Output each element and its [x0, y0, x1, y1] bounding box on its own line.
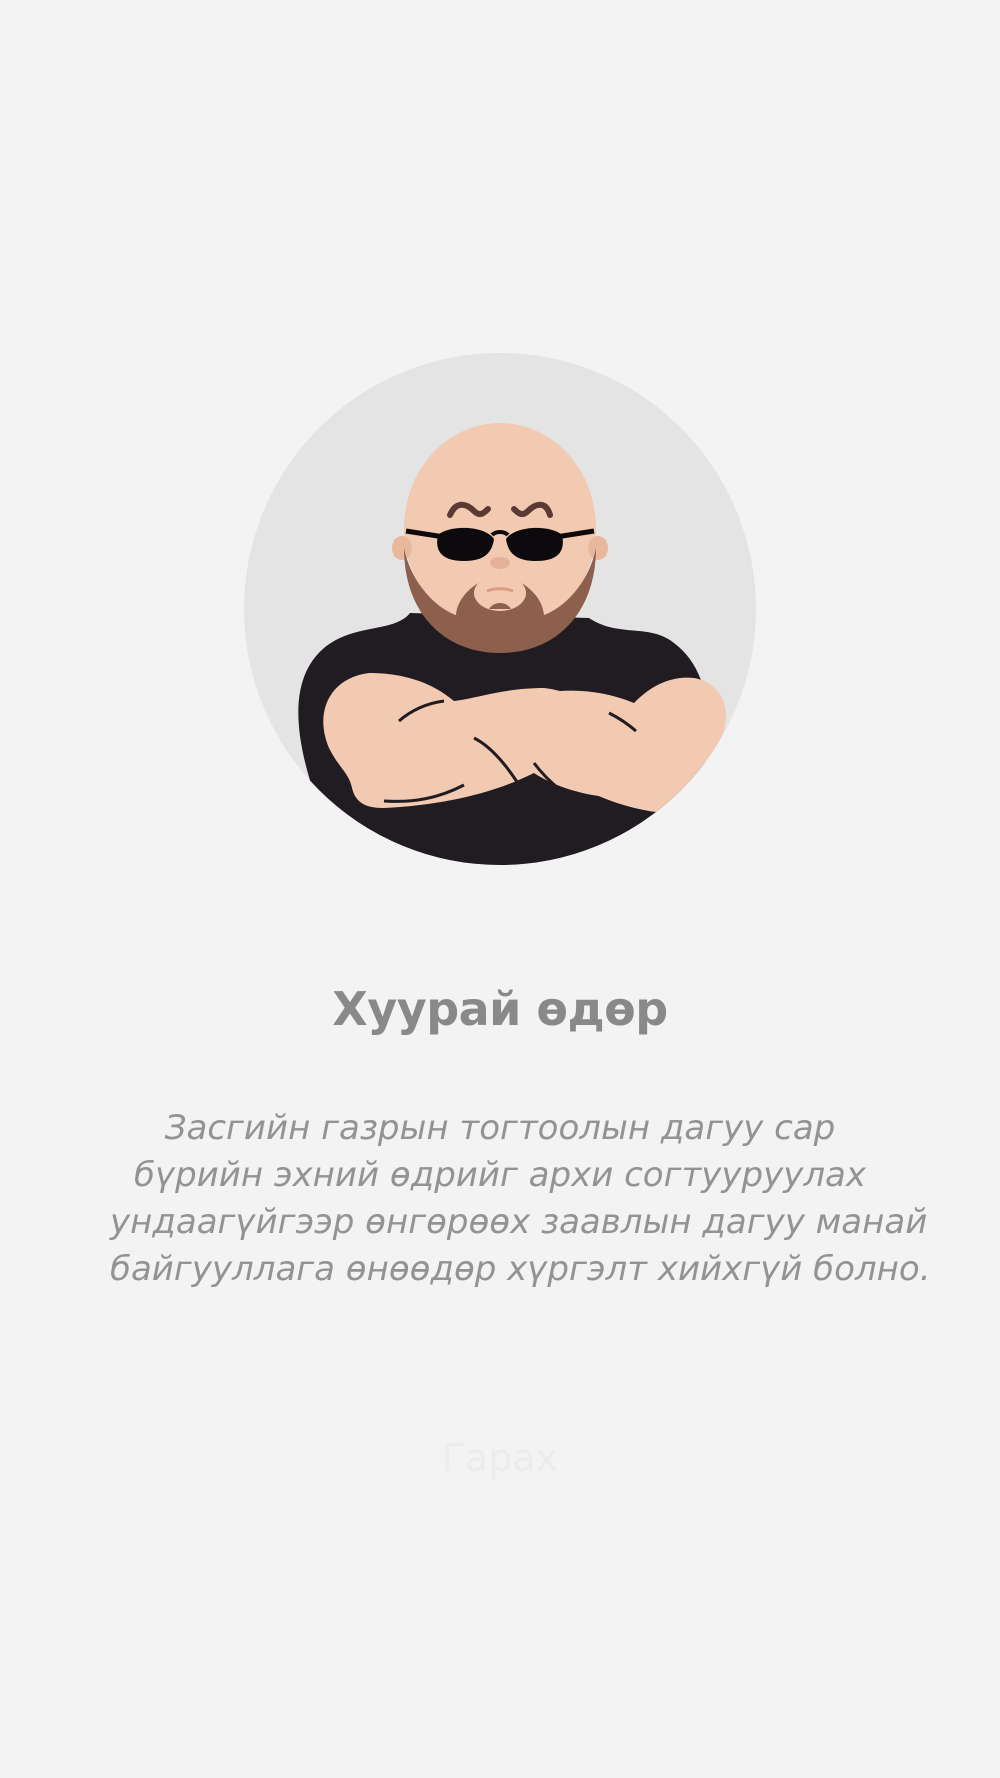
message-line: ундаагүйгээр өнгөрөөх заавлын дагуу мана…	[110, 1202, 928, 1242]
message-line: Засгийн газрын тогтоолын дагуу сар	[164, 1108, 836, 1148]
bouncer-avatar	[244, 353, 756, 865]
dialog-message: Засгийн газрын тогтоолын дагуу сар бүрий…	[110, 1105, 931, 1293]
message-line: байгууллага өнөөдөр хүргэлт хийхгүй болн…	[110, 1249, 931, 1289]
exit-button[interactable]: Гарах	[400, 1428, 600, 1488]
bouncer-icon	[244, 353, 756, 865]
message-line: бүрийн эхний өдрийг архи согтууруулах	[133, 1155, 867, 1195]
dialog-title: Хуурай өдөр	[332, 982, 668, 1036]
